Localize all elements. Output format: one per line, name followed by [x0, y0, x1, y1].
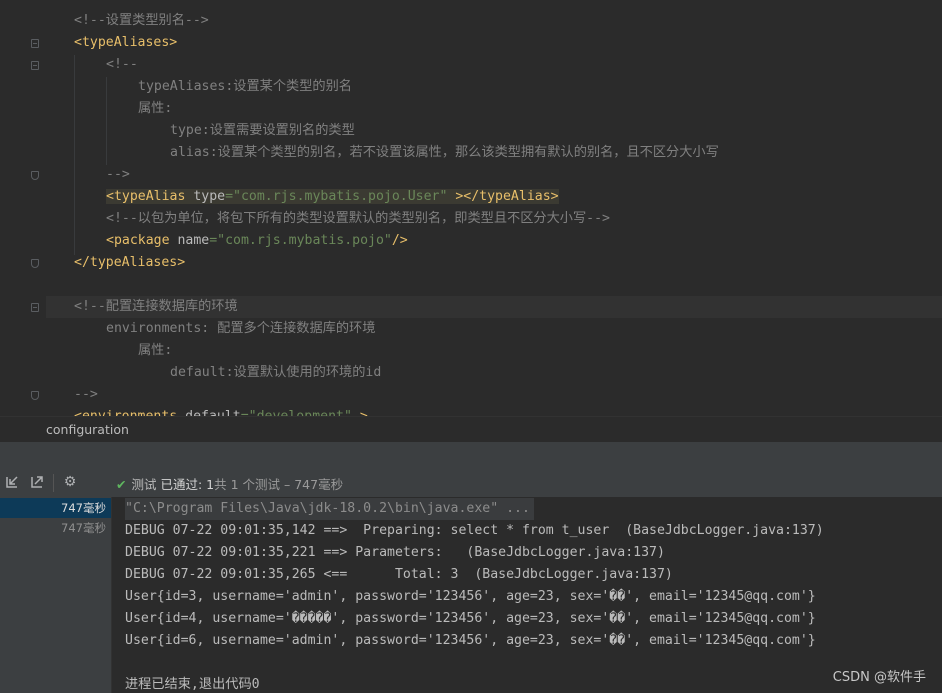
code-line: <!--以包为单位，将包下所有的类型设置默认的类型别名，即类型且不区分大小写--… — [74, 208, 942, 230]
code-line: <typeAlias type="com.rjs.mybatis.pojo.Us… — [74, 186, 942, 208]
code-line: default:设置默认使用的环境的id — [74, 362, 942, 384]
breadcrumb: configuration — [0, 416, 942, 443]
code-line: <!--配置连接数据库的环境 — [46, 296, 942, 318]
code-line: <!--设置类型别名--> — [74, 10, 942, 32]
code-token: <!--以包为单位，将包下所有的类型设置默认的类型别名，即类型且不区分大小写--… — [106, 211, 610, 226]
test-tree-item[interactable]: 747毫秒 — [0, 518, 111, 538]
status-prefix: 测试 — [131, 477, 157, 492]
code-token: > — [352, 409, 368, 416]
test-status: ✔ 测试 已通过: 1共 1 个测试 – 747毫秒 — [116, 474, 343, 493]
import-tests-icon[interactable] — [4, 474, 20, 490]
code-token: /> — [391, 233, 408, 248]
watermark: CSDN @软件手 — [832, 670, 926, 685]
console-exit-line: 进程已结束,退出代码0 — [125, 677, 260, 692]
code-token: --> — [74, 387, 98, 402]
code-token: alias:设置某个类型的别名，若不设置该属性，那么该类型拥有默认的别名，且不区… — [170, 145, 719, 160]
console-line: DEBUG 07-22 09:01:35,221 ==> Parameters:… — [125, 545, 665, 560]
code-line: type:设置需要设置别名的类型 — [74, 120, 942, 142]
test-tree-item[interactable]: 747毫秒 — [0, 498, 111, 518]
code-token: <environments — [74, 409, 185, 416]
code-line: 属性: — [74, 98, 942, 120]
code-token: default:设置默认使用的环境的id — [170, 365, 382, 380]
code-token: <typeAlias — [106, 189, 194, 204]
fold-marker-icon[interactable] — [31, 391, 39, 400]
code-token: name — [177, 233, 210, 248]
fold-marker-icon[interactable] — [31, 303, 39, 312]
code-token: </typeAliases> — [74, 255, 186, 270]
code-line: <environments default="development" > — [74, 406, 942, 416]
fold-marker-icon[interactable] — [31, 39, 39, 48]
console-line: DEBUG 07-22 09:01:35,265 <== Total: 3 (B… — [125, 567, 673, 582]
test-tree: 747毫秒 747毫秒 — [0, 497, 112, 693]
fold-marker-icon[interactable] — [31, 171, 39, 180]
toolbar-divider — [53, 474, 54, 492]
console-output[interactable]: "C:\Program Files\Java\jdk-18.0.2\bin\ja… — [112, 497, 942, 693]
console-line: User{id=4, username='�����', password='1… — [125, 611, 816, 626]
code-token: <!--配置连接数据库的环境 — [74, 299, 238, 314]
editor-gutter — [0, 0, 46, 416]
code-line: <!-- — [74, 54, 942, 76]
code-token: type:设置需要设置别名的类型 — [170, 123, 355, 138]
code-token: type — [193, 189, 226, 204]
status-passed: 已通过: 1 — [160, 477, 215, 492]
check-icon: ✔ — [116, 477, 127, 492]
code-token: <package — [106, 233, 178, 248]
run-toolbar: ⚙ ✔ 测试 已通过: 1共 1 个测试 – 747毫秒 — [0, 468, 942, 498]
gear-icon[interactable]: ⚙ — [62, 474, 78, 490]
code-line: typeAliases:设置某个类型的别名 — [74, 76, 942, 98]
breadcrumb-item-configuration[interactable]: configuration — [46, 422, 129, 437]
code-line: <typeAliases> — [74, 32, 942, 54]
code-line: alias:设置某个类型的别名，若不设置该属性，那么该类型拥有默认的别名，且不区… — [74, 142, 942, 164]
fold-marker-icon[interactable] — [31, 259, 39, 268]
fold-marker-icon[interactable] — [31, 61, 39, 70]
status-detail: 共 1 个测试 – 747毫秒 — [214, 477, 344, 492]
code-token: ="com.rjs.mybatis.pojo" — [209, 233, 392, 248]
console-line: User{id=6, username='admin', password='1… — [125, 633, 816, 648]
code-token: --> — [106, 167, 130, 182]
code-token: <typeAliases> — [74, 35, 178, 50]
code-line: --> — [74, 384, 942, 406]
export-tests-icon[interactable] — [29, 474, 45, 490]
code-line: 属性: — [74, 340, 942, 362]
code-token: <!--设置类型别名--> — [74, 13, 209, 28]
code-token: ></typeAlias> — [455, 189, 559, 204]
console-command-line: "C:\Program Files\Java\jdk-18.0.2\bin\ja… — [125, 498, 534, 520]
code-line: </typeAliases> — [74, 252, 942, 274]
code-line: <package name="com.rjs.mybatis.pojo"/> — [74, 230, 942, 252]
code-editor[interactable]: <!--设置类型别名--> <typeAliases> <!-- typeAliase… — [0, 0, 942, 416]
code-token: 属性: — [138, 101, 173, 116]
console-line: User{id=3, username='admin', password='1… — [125, 589, 816, 604]
tool-window-header — [0, 442, 942, 469]
code-token: environments: 配置多个连接数据库的环境 — [106, 321, 376, 336]
code-line: environments: 配置多个连接数据库的环境 — [74, 318, 942, 340]
code-token: typeAliases:设置某个类型的别名 — [138, 79, 352, 94]
code-token: 属性: — [138, 343, 173, 358]
code-token: default — [185, 409, 241, 416]
code-token: ="com.rjs.mybatis.pojo.User" — [225, 189, 456, 204]
code-token: <!-- — [106, 57, 138, 72]
code-token: ="development" — [241, 409, 352, 416]
console-line: DEBUG 07-22 09:01:35,142 ==> Preparing: … — [125, 523, 824, 538]
code-line: --> — [74, 164, 942, 186]
